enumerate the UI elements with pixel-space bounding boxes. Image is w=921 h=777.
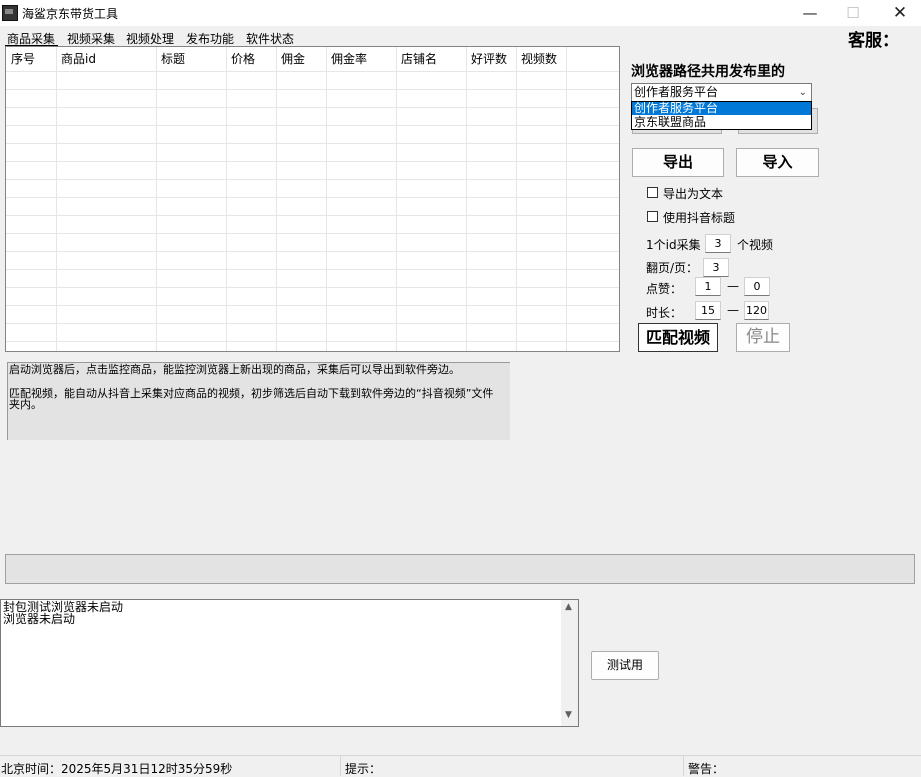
scroll-up-icon[interactable]: ▲ (565, 602, 572, 613)
range-dash: — (727, 303, 739, 317)
row-divider (6, 341, 619, 342)
maximize-button[interactable]: ☐ (838, 2, 868, 24)
export-as-text-checkbox[interactable] (647, 187, 658, 198)
column-divider (466, 47, 467, 351)
column-header-commission-rate[interactable]: 佣金率 (326, 47, 396, 71)
menu-item-publish[interactable]: 发布功能 (186, 30, 234, 47)
likes-max-input[interactable]: 0 (744, 277, 770, 296)
status-bar: 北京时间：2025年5月31日12时35分59秒 提示： 警告： (0, 755, 921, 776)
row-divider (6, 125, 619, 126)
log-scrollbar[interactable]: ▲ ▼ (561, 600, 578, 726)
match-videos-button[interactable]: 匹配视频 (638, 323, 718, 352)
per-id-collect-label: 1个id采集 (646, 238, 701, 252)
menu-item-software-status[interactable]: 软件状态 (246, 30, 294, 47)
test-button[interactable]: 测试用 (591, 651, 659, 680)
use-douyin-title-label[interactable]: 使用抖音标题 (663, 209, 735, 226)
pages-label: 翻页/页： (646, 261, 699, 275)
row-divider (6, 287, 619, 288)
menu-item-video-process[interactable]: 视频处理 (126, 30, 174, 47)
column-divider (156, 47, 157, 351)
row-divider (6, 215, 619, 216)
column-divider (516, 47, 517, 351)
row-divider (6, 251, 619, 252)
range-dash: — (727, 279, 739, 293)
row-divider (6, 305, 619, 306)
row-divider (6, 323, 619, 324)
duration-min-input[interactable]: 15 (695, 301, 721, 320)
status-divider (340, 756, 341, 776)
customer-service-label: 客服： (848, 31, 899, 51)
per-id-count-input[interactable]: 3 (705, 234, 731, 253)
column-header-product-id[interactable]: 商品id (56, 47, 156, 71)
log-line: 浏览器未启动 (3, 612, 76, 626)
column-divider (566, 47, 567, 351)
row-divider (6, 107, 619, 108)
column-header-price[interactable]: 价格 (226, 47, 276, 71)
row-divider (6, 161, 619, 162)
product-table[interactable]: 序号 商品id 标题 价格 佣金 佣金率 店铺名 好评数 视频数 (5, 46, 620, 352)
videos-unit-label: 个视频 (737, 238, 774, 252)
duration-max-input[interactable]: 120 (744, 301, 769, 320)
export-as-text-label[interactable]: 导出为文本 (663, 185, 723, 202)
close-button[interactable]: ✕ (885, 2, 915, 24)
log-textarea[interactable]: 封包测试浏览器未启动 浏览器未启动 ▲ ▼ (0, 599, 579, 727)
duration-label: 时长： (646, 306, 683, 320)
column-header-commission[interactable]: 佣金 (276, 47, 326, 71)
column-header-index[interactable]: 序号 (6, 47, 56, 71)
status-divider (683, 756, 684, 776)
column-header-shop-name[interactable]: 店铺名 (396, 47, 466, 71)
minimize-button[interactable]: — (795, 2, 825, 24)
column-header-video-count[interactable]: 视频数 (516, 47, 566, 71)
app-icon (2, 5, 18, 21)
menu-item-video-collect[interactable]: 视频采集 (67, 30, 115, 47)
likes-min-input[interactable]: 1 (695, 277, 721, 296)
row-divider (6, 269, 619, 270)
row-divider (6, 143, 619, 144)
column-divider (396, 47, 397, 351)
scroll-down-icon[interactable]: ▼ (565, 710, 572, 721)
row-divider (6, 71, 619, 72)
export-button[interactable]: 导出 (632, 148, 724, 177)
row-divider (6, 179, 619, 180)
column-header-reviews[interactable]: 好评数 (466, 47, 516, 71)
status-tip: 提示： (345, 762, 382, 776)
stop-button[interactable]: 停止 (736, 323, 790, 352)
platform-select-value: 创作者服务平台 (634, 85, 719, 99)
chevron-down-icon: ⌄ (798, 87, 807, 98)
status-time: 北京时间：2025年5月31日12时35分59秒 (1, 762, 233, 776)
row-divider (6, 89, 619, 90)
browser-path-label: 浏览器路径共用发布里的 (631, 64, 785, 80)
likes-label: 点赞： (646, 282, 683, 296)
platform-select[interactable]: 创作者服务平台 ⌄ (631, 83, 812, 102)
info-text-line: 匹配视频，能自动从抖音上采集对应商品的视频，初步筛选后自动下载到软件旁边的“抖音… (9, 387, 494, 411)
import-button[interactable]: 导入 (736, 148, 819, 177)
dropdown-option-jd-union[interactable]: 京东联盟商品 (632, 116, 811, 129)
column-header-title[interactable]: 标题 (156, 47, 226, 71)
column-divider (226, 47, 227, 351)
dropdown-option-creator-platform[interactable]: 创作者服务平台 (632, 102, 811, 115)
window-title: 海鲨京东带货工具 (22, 7, 119, 21)
status-warning: 警告： (688, 762, 725, 776)
pages-input[interactable]: 3 (703, 258, 729, 277)
info-panel: 启动浏览器后，点击监控商品，能监控浏览器上新出现的商品，采集后可以导出到软件旁边… (7, 362, 510, 440)
platform-dropdown-list[interactable]: 创作者服务平台 京东联盟商品 (631, 101, 812, 130)
column-divider (276, 47, 277, 351)
column-divider (56, 47, 57, 351)
progress-strip (5, 554, 915, 584)
row-divider (6, 197, 619, 198)
title-bar: 海鲨京东带货工具 — ☐ ✕ (0, 0, 921, 26)
column-divider (326, 47, 327, 351)
info-text-line: 启动浏览器后，点击监控商品，能监控浏览器上新出现的商品，采集后可以导出到软件旁边… (9, 363, 460, 376)
use-douyin-title-checkbox[interactable] (647, 211, 658, 222)
row-divider (6, 233, 619, 234)
